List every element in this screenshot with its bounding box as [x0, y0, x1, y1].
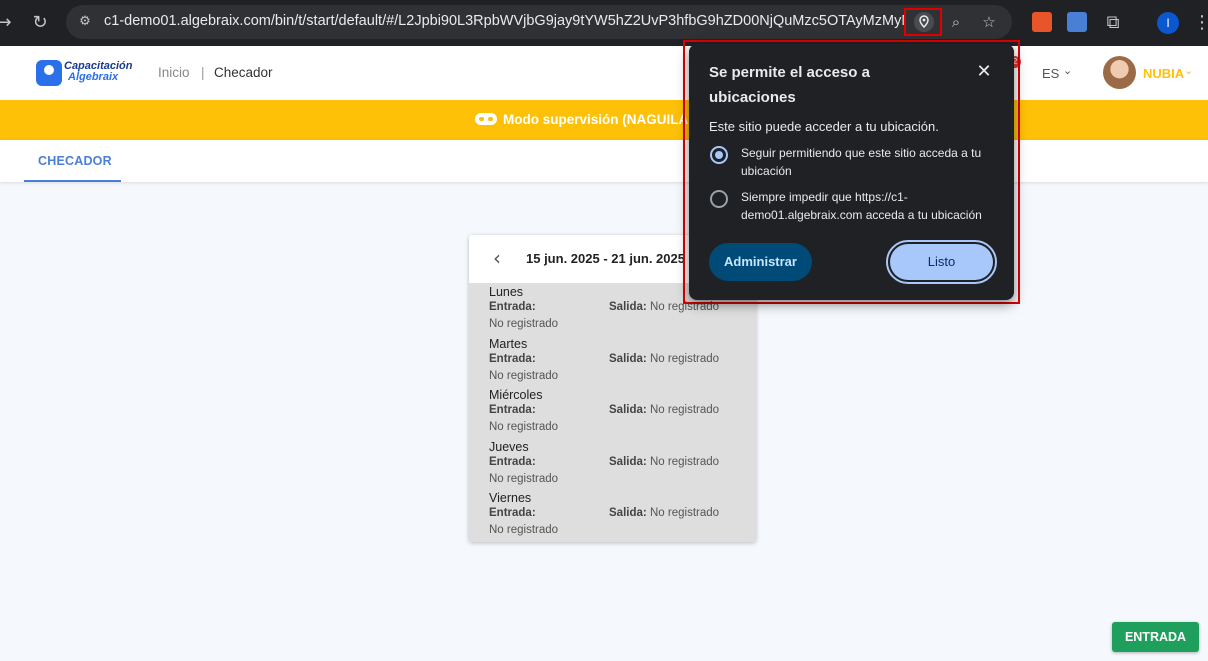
bookmark-star-icon[interactable]: ☆	[979, 12, 999, 32]
entry-label: Entrada:	[489, 507, 536, 519]
user-name[interactable]: NUBIA	[1143, 66, 1184, 81]
location-icon	[914, 12, 934, 32]
radio-allow-label[interactable]: Seguir permitiendo que este sitio acceda…	[741, 144, 996, 180]
profile-avatar[interactable]: I	[1157, 12, 1179, 34]
exit-value: No registrado	[650, 507, 720, 519]
day-name: Viernes	[489, 491, 532, 505]
exit-label: Salida:	[609, 404, 647, 416]
done-button[interactable]: Listo	[890, 244, 993, 280]
exit-value: No registrado	[650, 456, 720, 468]
entrada-button[interactable]: ENTRADA	[1112, 622, 1199, 652]
tab-checador[interactable]: CHECADOR	[24, 140, 121, 182]
chevron-down-icon[interactable]: ⌄	[1063, 64, 1072, 77]
week-range: 15 jun. 2025 - 21 jun. 2025	[526, 251, 685, 266]
logo-icon	[36, 60, 62, 86]
extension-icon[interactable]: ⧉	[1101, 11, 1125, 35]
extension-calendar-icon[interactable]	[1032, 12, 1052, 32]
manage-button[interactable]: Administrar	[709, 243, 812, 281]
entry-label: Entrada:	[489, 404, 536, 416]
list-item: Jueves Entrada: Salida: No registrado No…	[469, 438, 756, 490]
back-icon[interactable]: →	[0, 11, 16, 35]
address-bar[interactable]: ⚙ c1-demo01.algebraix.com/bin/t/start/de…	[66, 5, 1012, 39]
day-name: Miércoles	[489, 388, 543, 402]
radio-allow[interactable]	[710, 146, 728, 164]
days-list: Lunes Entrada: Salida: No registrado No …	[469, 283, 756, 542]
url-text[interactable]: c1-demo01.algebraix.com/bin/t/start/defa…	[104, 13, 904, 31]
breadcrumb-home[interactable]: Inicio	[158, 65, 190, 80]
logo-text-line2: Algebraix	[68, 71, 119, 83]
entry-label: Entrada:	[489, 456, 536, 468]
extension-translate-icon[interactable]	[1067, 12, 1087, 32]
entry-value: No registrado	[489, 421, 559, 433]
close-icon[interactable]: ✕	[972, 60, 996, 84]
banner-text: Modo supervisión (NAGUILAR)	[503, 112, 703, 127]
list-item: Viernes Entrada: Salida: No registrado N…	[469, 489, 756, 541]
exit-label: Salida:	[609, 301, 647, 313]
exit-value: No registrado	[650, 353, 720, 365]
entry-value: No registrado	[489, 318, 559, 330]
radio-block[interactable]	[710, 190, 728, 208]
list-item: Miércoles Entrada: Salida: No registrado…	[469, 386, 756, 438]
radio-block-label[interactable]: Siempre impedir que https://c1-demo01.al…	[741, 188, 996, 224]
location-permission-popup: Se permite el acceso a ubicaciones ✕ Est…	[689, 44, 1014, 300]
menu-dots-icon[interactable]: ⋮	[1190, 11, 1208, 35]
exit-label: Salida:	[609, 456, 647, 468]
reload-icon[interactable]: ↻	[28, 11, 52, 35]
zoom-icon[interactable]: ⌕	[946, 12, 966, 32]
entry-value: No registrado	[489, 473, 559, 485]
logo[interactable]: Capacitación Algebraix	[36, 60, 132, 86]
exit-label: Salida:	[609, 507, 647, 519]
browser-toolbar: → ↻ ⚙ c1-demo01.algebraix.com/bin/t/star…	[0, 0, 1208, 46]
chevron-down-icon[interactable]: ⌄	[1184, 64, 1193, 77]
popup-subtitle: Este sitio puede acceder a tu ubicación.	[709, 119, 939, 134]
language-selector[interactable]: ES	[1042, 66, 1059, 81]
location-permission-button[interactable]	[904, 8, 942, 36]
exit-label: Salida:	[609, 353, 647, 365]
day-name: Martes	[489, 337, 528, 351]
popup-title: Se permite el acceso a ubicaciones	[709, 64, 870, 106]
site-info-icon[interactable]: ⚙	[74, 11, 96, 33]
entry-label: Entrada:	[489, 301, 536, 313]
day-name: Jueves	[489, 440, 529, 454]
supervision-banner: Modo supervisión (NAGUILAR)	[0, 100, 1208, 140]
breadcrumb-separator: |	[201, 65, 205, 80]
tab-label: CHECADOR	[38, 154, 112, 168]
mask-icon	[475, 113, 497, 125]
chevron-left-icon[interactable]: ‹	[487, 247, 507, 269]
avatar[interactable]	[1103, 56, 1136, 89]
tabs-bar: CHECADOR	[0, 140, 1208, 182]
day-name: Lunes	[489, 285, 524, 299]
entry-label: Entrada:	[489, 353, 536, 365]
entry-value: No registrado	[489, 524, 559, 536]
entry-value: No registrado	[489, 370, 559, 382]
app-header: Capacitación Algebraix Inicio | Checador…	[0, 46, 1208, 100]
list-item: Martes Entrada: Salida: No registrado No…	[469, 335, 756, 387]
breadcrumb-current: Checador	[214, 65, 273, 80]
exit-value: No registrado	[650, 404, 720, 416]
